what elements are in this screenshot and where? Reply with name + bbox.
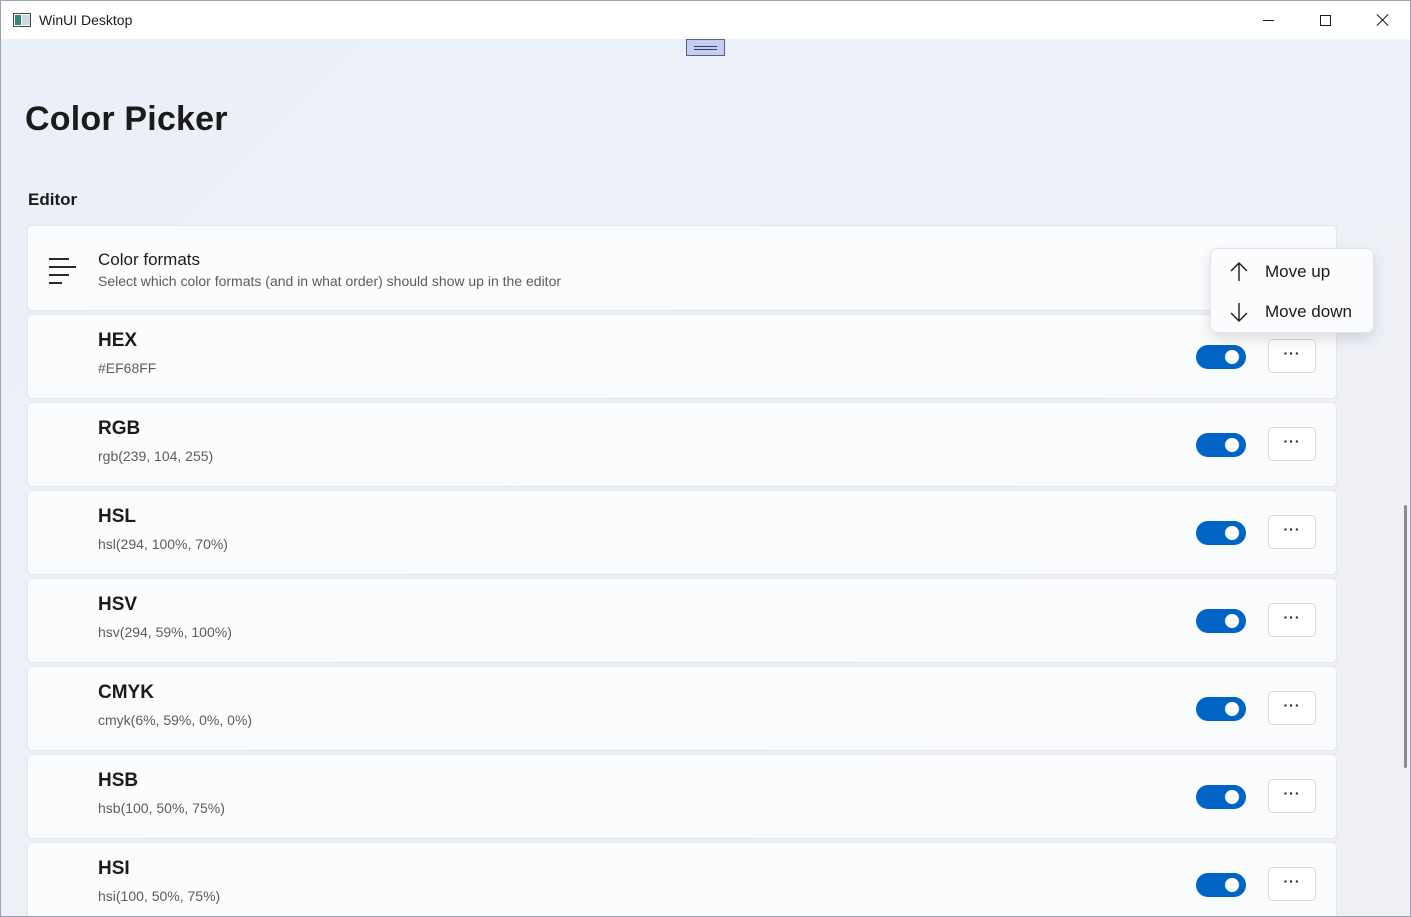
more-options-button[interactable]: ··· [1268,603,1316,637]
format-row-hsl: HSL hsl(294, 100%, 70%) ··· [27,490,1337,575]
format-example: cmyk(6%, 59%, 0%, 0%) [98,712,253,728]
format-row-hsi: HSI hsi(100, 50%, 75%) ··· [27,842,1337,916]
format-toggle-rgb[interactable] [1196,433,1246,457]
format-example: #EF68FF [98,360,157,376]
minimize-icon [1263,19,1274,21]
page-title: Color Picker [25,100,228,138]
section-title: Editor [28,190,78,209]
more-options-button[interactable]: ··· [1268,515,1316,549]
window-title: WinUI Desktop [39,12,133,28]
format-toggle-hsv[interactable] [1196,609,1246,633]
format-toggle-hsl[interactable] [1196,521,1246,545]
format-name: HEX [98,330,138,351]
vertical-scrollbar[interactable] [1404,505,1407,768]
context-menu-flyout: Move up Move down [1210,248,1374,333]
list-icon [49,256,76,284]
format-example: hsl(294, 100%, 70%) [98,536,228,552]
format-toggle-cmyk[interactable] [1196,697,1246,721]
format-row-hsv: HSV hsv(294, 59%, 100%) ··· [27,578,1337,663]
more-icon: ··· [1283,345,1301,361]
header-description: Select which color formats (and in what … [98,273,562,289]
format-example: hsi(100, 50%, 75%) [98,888,221,904]
format-name: HSB [98,770,139,791]
format-name: CMYK [98,682,154,703]
toggle-knob [1225,614,1239,628]
move-down-label: Move down [1265,302,1352,321]
format-name: HSI [98,858,130,879]
format-name: HSL [98,506,136,527]
arrow-down-icon [1230,303,1248,322]
format-name: RGB [98,418,141,439]
format-row-cmyk: CMYK cmyk(6%, 59%, 0%, 0%) ··· [27,666,1337,751]
color-formats-header-card: Color formats Select which color formats… [27,225,1337,311]
more-icon: ··· [1283,697,1301,713]
format-toggle-hsb[interactable] [1196,785,1246,809]
title-bar[interactable]: WinUI Desktop [1,1,1410,39]
format-name: HSV [98,594,138,615]
more-icon: ··· [1283,873,1301,889]
more-options-button[interactable]: ··· [1268,427,1316,461]
more-options-button[interactable]: ··· [1268,867,1316,901]
toggle-knob [1225,350,1239,364]
app-window: WinUI Desktop Color Picker Editor Color … [0,0,1411,917]
toggle-knob [1225,702,1239,716]
arrow-up-icon [1230,262,1248,281]
format-example: hsv(294, 59%, 100%) [98,624,232,640]
more-options-button[interactable]: ··· [1268,339,1316,373]
more-options-button[interactable]: ··· [1268,691,1316,725]
header-title: Color formats [98,250,201,269]
format-row-rgb: RGB rgb(239, 104, 255) ··· [27,402,1337,487]
more-icon: ··· [1283,521,1301,537]
drag-handle[interactable] [686,39,725,56]
format-toggle-hsi[interactable] [1196,873,1246,897]
format-row-hex: HEX #EF68FF ··· [27,314,1337,399]
more-options-button[interactable]: ··· [1268,779,1316,813]
format-toggle-hex[interactable] [1196,345,1246,369]
more-icon: ··· [1283,785,1301,801]
move-down-menu-item[interactable]: Move down [1215,294,1371,330]
app-icon [13,13,31,27]
maximize-icon [1320,14,1331,26]
minimize-button[interactable] [1240,1,1297,39]
format-example: hsb(100, 50%, 75%) [98,800,225,816]
format-row-hsb: HSB hsb(100, 50%, 75%) ··· [27,754,1337,839]
more-icon: ··· [1283,609,1301,625]
toggle-knob [1225,878,1239,892]
toggle-knob [1225,790,1239,804]
maximize-button[interactable] [1297,1,1354,39]
format-example: rgb(239, 104, 255) [98,448,214,464]
close-button[interactable] [1354,1,1410,39]
move-up-label: Move up [1265,262,1331,281]
more-icon: ··· [1283,433,1301,449]
close-icon [1376,13,1390,27]
move-up-menu-item[interactable]: Move up [1215,254,1371,290]
toggle-knob [1225,438,1239,452]
toggle-knob [1225,526,1239,540]
